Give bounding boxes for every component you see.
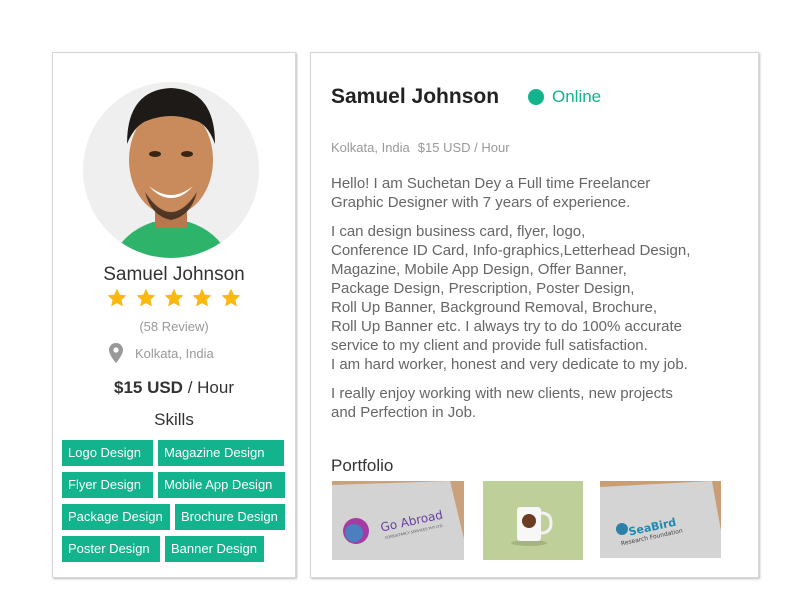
skill-tag[interactable]: Banner Design bbox=[165, 536, 264, 562]
star-icon bbox=[106, 287, 128, 309]
portfolio-heading: Portfolio bbox=[331, 456, 394, 475]
details-name: Samuel Johnson bbox=[331, 85, 500, 108]
profile-details-card: Samuel Johnson Online Kolkata, India $15 … bbox=[310, 52, 759, 578]
map-pin-icon bbox=[109, 343, 123, 363]
skill-tag[interactable]: Magazine Design bbox=[158, 440, 284, 466]
meta-location: Kolkata, India bbox=[331, 140, 410, 155]
bio-paragraph: I can design business card, flyer, logo,… bbox=[331, 223, 691, 373]
skill-tag[interactable]: Package Design bbox=[62, 504, 170, 530]
star-icon bbox=[135, 287, 157, 309]
status-label: Online bbox=[552, 87, 602, 106]
profile-card: Samuel Johnson (58 Review) Kolkata, Indi… bbox=[52, 52, 296, 578]
details-meta: Kolkata, India $15 USD / Hour bbox=[331, 140, 510, 155]
location-text: Kolkata, India bbox=[135, 345, 214, 361]
profile-name: Samuel Johnson bbox=[103, 264, 245, 285]
bio-paragraph: I really enjoy working with new clients,… bbox=[331, 385, 673, 421]
skill-tag[interactable]: Poster Design bbox=[62, 536, 160, 562]
hourly-rate: $15 USD / Hour bbox=[53, 378, 295, 398]
skill-tag[interactable]: Logo Design bbox=[62, 440, 153, 466]
location: Kolkata, India bbox=[109, 342, 214, 364]
skill-tag[interactable]: Flyer Design bbox=[62, 472, 153, 498]
skills-heading: Skills bbox=[154, 410, 194, 429]
portfolio-thumbnail-coffee-mug bbox=[483, 481, 583, 560]
rate-amount: $15 USD bbox=[113, 378, 183, 397]
avatar-photo bbox=[83, 82, 259, 258]
star-rating bbox=[53, 287, 295, 314]
star-icon bbox=[191, 287, 213, 309]
skill-tag[interactable]: Mobile App Design bbox=[158, 472, 285, 498]
star-icon bbox=[163, 287, 185, 309]
avatar bbox=[83, 82, 259, 258]
portfolio-thumbnail-go-abroad: Go Abroad CONSULTANCY SERVICES PVT LTD. bbox=[332, 481, 464, 560]
status-dot-icon bbox=[528, 89, 544, 105]
rate-unit: / Hour bbox=[182, 378, 234, 397]
skills-list: Logo Design Magazine Design Flyer Design… bbox=[62, 440, 290, 562]
portfolio-thumbnail-seabird: SeaBird Research Foundation bbox=[600, 481, 721, 558]
star-icon bbox=[220, 287, 242, 309]
skill-tag[interactable]: Brochure Design bbox=[175, 504, 285, 530]
portfolio-item[interactable] bbox=[483, 481, 583, 560]
online-status: Online bbox=[528, 87, 601, 107]
portfolio-item[interactable]: SeaBird Research Foundation bbox=[600, 481, 721, 558]
review-count[interactable]: (58 Review) bbox=[53, 319, 295, 334]
bio: Hello! I am Suchetan Dey a Full time Fre… bbox=[331, 174, 751, 432]
meta-rate: $15 USD / Hour bbox=[417, 140, 510, 155]
portfolio-item[interactable]: Go Abroad CONSULTANCY SERVICES PVT LTD. bbox=[332, 481, 464, 560]
bio-paragraph: Hello! I am Suchetan Dey a Full time Fre… bbox=[331, 175, 651, 211]
